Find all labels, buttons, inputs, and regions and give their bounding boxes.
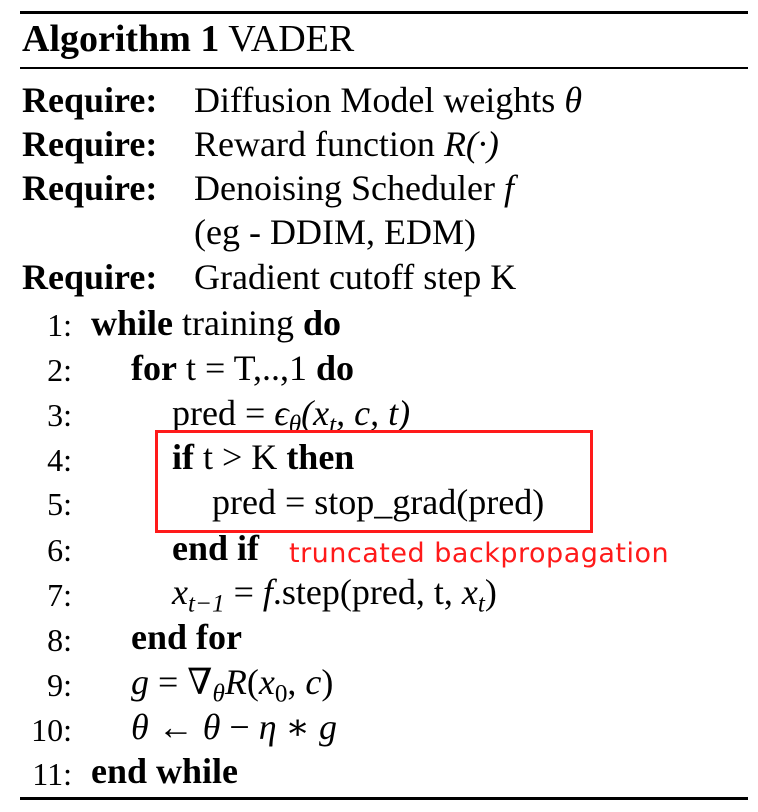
algorithm-name: VADER (228, 18, 355, 60)
annotation-label: truncated backpropagation (289, 538, 670, 569)
line-number: 6: (47, 532, 72, 568)
bottom-rule (20, 797, 748, 800)
algorithm-title: Algorithm 1 VADER (22, 16, 354, 62)
require-text: Denoising Scheduler f (194, 168, 514, 208)
line-number: 3: (47, 397, 72, 433)
top-rule (20, 11, 748, 14)
line-number: 5: (47, 486, 72, 522)
line-number: 9: (47, 667, 72, 703)
line-code: pred = ϵθ(xt, c, t) (172, 393, 411, 439)
require-text: Reward function R(·) (194, 124, 499, 164)
line-code: end while (91, 751, 239, 791)
line-number: 4: (47, 442, 72, 478)
title-rule (20, 67, 748, 69)
line-code: θ ← θ − η ∗ g (131, 707, 338, 747)
line-code: xt−1 = f.step(pred, t, xt) (172, 572, 497, 618)
line-code: end for (131, 617, 242, 657)
line-code: end if (172, 528, 260, 568)
require-keyword: Require: (22, 80, 158, 120)
line-number: 8: (47, 622, 72, 658)
line-code: g = ∇θR(x0, c) (131, 662, 334, 708)
line-code: for t = T,..,1 do (131, 348, 354, 388)
require-text: Gradient cutoff step K (194, 257, 517, 297)
require-text: Diffusion Model weights θ (194, 80, 583, 120)
require-text: (eg - DDIM, EDM) (194, 212, 476, 252)
line-number: 10: (31, 712, 72, 748)
line-number: 11: (32, 756, 72, 792)
line-number: 2: (47, 352, 72, 388)
require-keyword: Require: (22, 124, 158, 164)
line-code: while training do (91, 303, 342, 343)
line-number: 7: (47, 577, 72, 613)
require-keyword: Require: (22, 257, 158, 297)
require-keyword: Require: (22, 168, 158, 208)
line-number: 1: (47, 307, 72, 343)
highlight-box (155, 430, 593, 533)
algorithm-label: Algorithm 1 (22, 18, 220, 60)
